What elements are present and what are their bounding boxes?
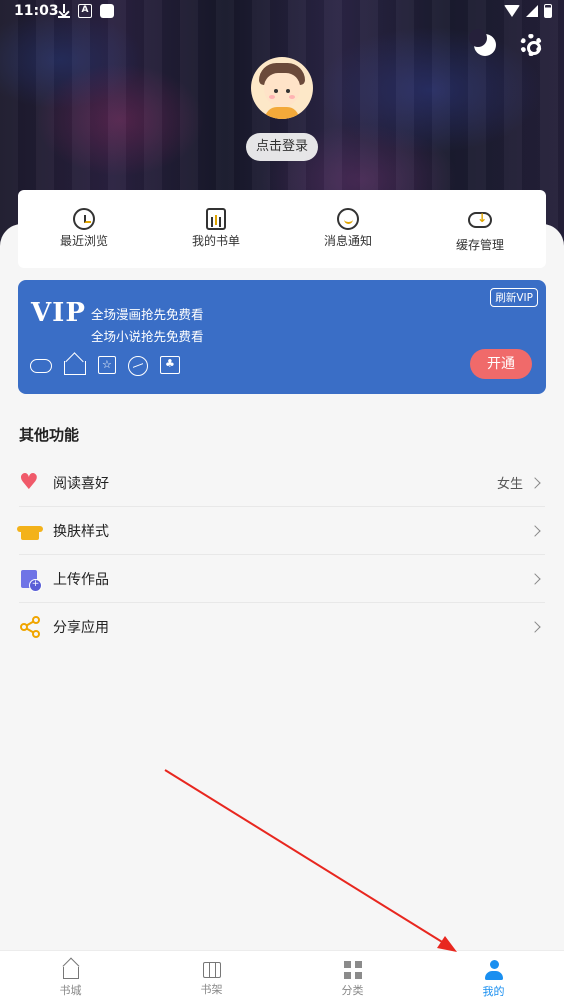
avatar[interactable] [251,57,313,119]
vip-title: VIP [31,298,86,328]
nav-bookstore[interactable]: 书城 [0,951,141,1004]
nav-category[interactable]: 分类 [282,951,423,1004]
vip-card[interactable]: VIP 全场漫画抢先免费看 全场小说抢先免费看 刷新VIP 开通 [18,280,546,394]
nav-mine[interactable]: 我的 [423,951,564,1004]
skin-style-row[interactable]: 换肤样式 [17,507,545,555]
trend-icon [128,356,148,376]
refresh-vip-button[interactable]: 刷新VIP [490,288,538,307]
gear-icon [520,34,542,56]
cache-management-button[interactable]: 缓存管理 [414,190,546,268]
home-icon [62,967,79,979]
bookshelf-icon [202,962,221,978]
recent-browsing-button[interactable]: 最近浏览 [18,190,150,268]
signal-icon [526,5,538,17]
chevron-right-icon [529,524,541,537]
download-icon [58,4,70,18]
history-icon [73,208,95,230]
vip-benefit-novels: 全场小说抢先免费看 [91,329,204,344]
other-functions-title: 其他功能 [19,426,80,444]
cloud-download-icon [30,359,52,373]
chevron-right-icon [529,476,541,489]
status-bar: 11:03 A [0,0,564,24]
star-badge-icon [98,356,116,374]
status-time: 11:03 [14,3,59,19]
app-notification-icon: A [78,4,92,18]
upload-works-row[interactable]: 上传作品 [19,555,545,603]
battery-icon [544,4,552,18]
share-icon [19,616,41,638]
booklist-icon [206,208,226,230]
vip-benefit-comics: 全场漫画抢先免费看 [91,307,204,322]
messages-button[interactable]: 消息通知 [282,190,414,268]
gift-icon [160,356,180,374]
heart-icon: ♥ [19,469,39,495]
share-app-row[interactable]: 分享应用 [19,603,545,651]
my-booklist-button[interactable]: 我的书单 [150,190,282,268]
moon-icon [469,29,496,56]
other-functions-list: ♥ 阅读喜好 女生 换肤样式 上传作品 分享应用 [17,459,545,651]
chevron-right-icon [529,621,541,633]
open-vip-button[interactable]: 开通 [470,349,532,379]
chevron-right-icon [529,572,541,585]
tshirt-icon [17,525,43,540]
reading-preference-row[interactable]: ♥ 阅读喜好 女生 [19,459,545,507]
nav-bookshelf[interactable]: 书架 [141,951,282,1004]
crown-icon [64,361,86,375]
user-icon [484,960,504,980]
wifi-icon [504,5,520,17]
message-icon [337,208,359,230]
quick-actions: 最近浏览 我的书单 消息通知 缓存管理 [18,190,546,268]
reading-preference-value: 女生 [496,477,523,492]
upload-document-icon [21,569,42,592]
grid-icon [343,961,362,979]
login-button[interactable]: 点击登录 [246,133,318,161]
cloud-download-icon [468,211,492,228]
night-mode-button[interactable] [469,29,498,58]
bottom-nav: 书城 书架 分类 我的 [0,950,564,1004]
notification-icon [100,4,114,18]
settings-button[interactable] [520,34,544,58]
